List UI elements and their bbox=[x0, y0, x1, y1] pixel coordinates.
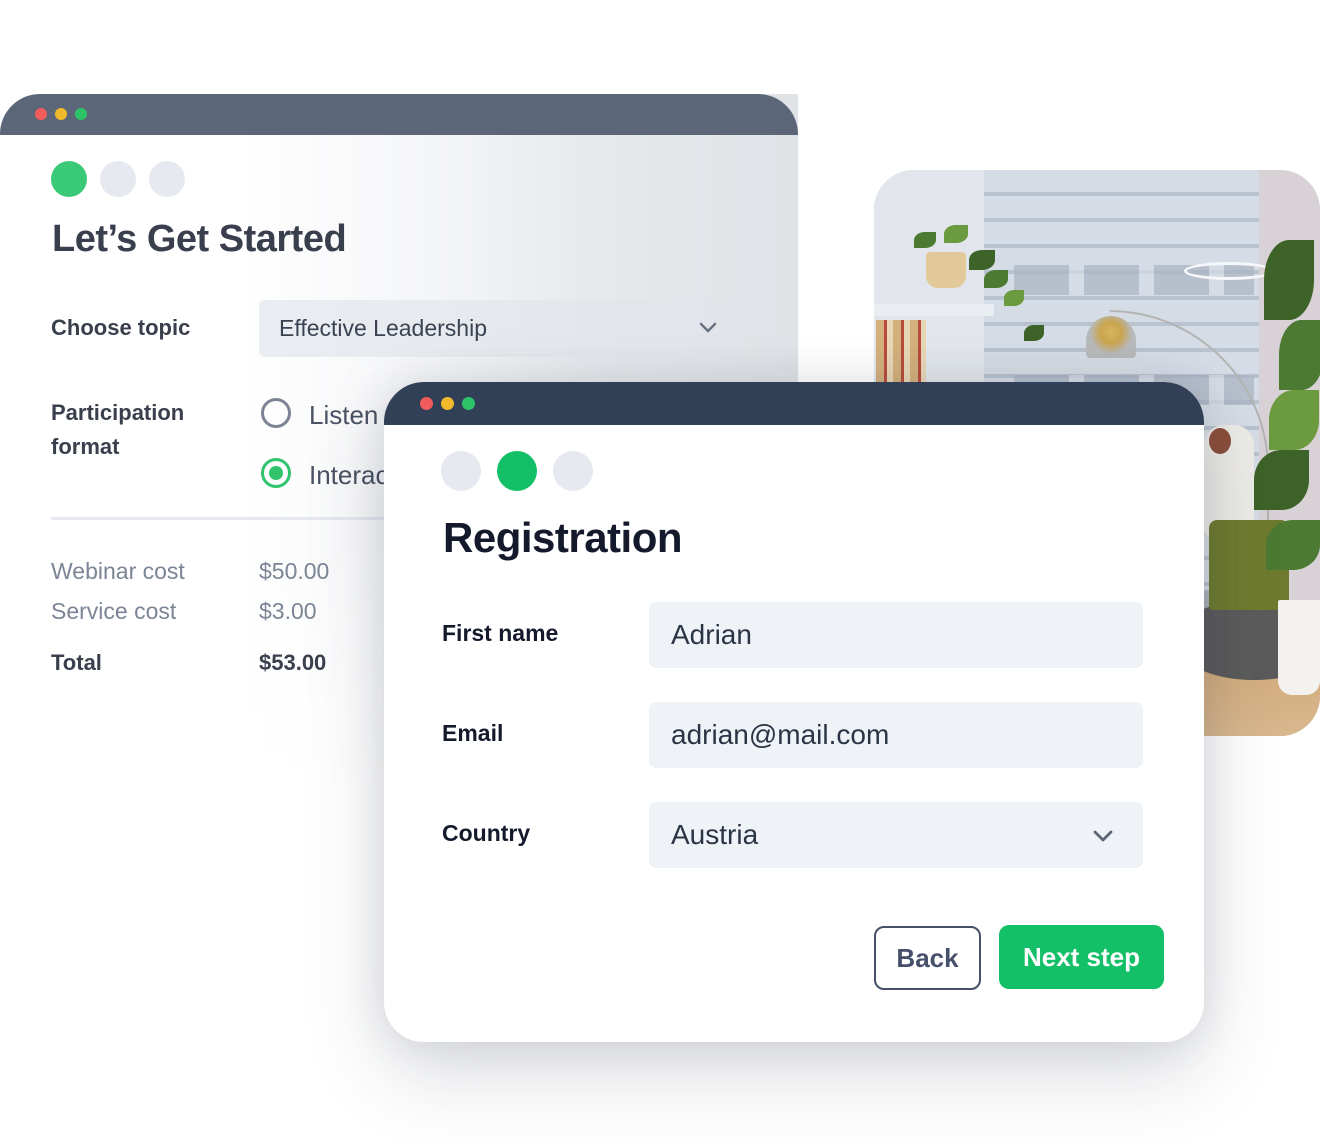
total-value: $53.00 bbox=[259, 650, 327, 675]
registration-window-titlebar bbox=[384, 382, 1204, 425]
topic-select[interactable]: Effective Leadership bbox=[259, 300, 746, 357]
step-2-active bbox=[497, 451, 537, 491]
radio-interactive[interactable] bbox=[261, 458, 291, 488]
planter bbox=[926, 252, 966, 288]
first-name-input[interactable] bbox=[649, 602, 1143, 668]
service-cost-label: Service cost bbox=[51, 598, 177, 624]
plant-pot bbox=[1278, 600, 1320, 695]
webinar-cost-value: $50.00 bbox=[259, 558, 330, 584]
step-indicator bbox=[51, 161, 185, 197]
first-name-label: First name bbox=[442, 620, 559, 646]
traffic-lights bbox=[420, 397, 475, 410]
choose-topic-label: Choose topic bbox=[51, 315, 191, 340]
radio-interactive-label[interactable]: Interac bbox=[309, 460, 389, 491]
chevron-down-icon bbox=[699, 322, 717, 333]
back-window-titlebar bbox=[0, 94, 798, 135]
country-label: Country bbox=[442, 820, 531, 846]
webinar-cost-label: Webinar cost bbox=[51, 558, 185, 584]
step-1 bbox=[441, 451, 481, 491]
step-2 bbox=[100, 161, 136, 197]
step-1-active bbox=[51, 161, 87, 197]
page-title: Let’s Get Started bbox=[52, 218, 347, 260]
step-3 bbox=[553, 451, 593, 491]
close-dot-icon[interactable] bbox=[35, 108, 47, 120]
radio-listener[interactable] bbox=[261, 398, 291, 428]
topic-select-value: Effective Leadership bbox=[279, 315, 487, 341]
shelf bbox=[874, 304, 994, 316]
books bbox=[876, 320, 926, 390]
maximize-dot-icon[interactable] bbox=[462, 397, 475, 410]
divider bbox=[51, 517, 391, 520]
radio-listener-label[interactable]: Listen bbox=[309, 400, 378, 431]
minimize-dot-icon[interactable] bbox=[441, 397, 454, 410]
registration-title: Registration bbox=[443, 514, 683, 561]
total-label: Total bbox=[51, 650, 102, 675]
step-indicator bbox=[441, 451, 593, 491]
step-3 bbox=[149, 161, 185, 197]
service-cost-value: $3.00 bbox=[259, 598, 317, 624]
close-dot-icon[interactable] bbox=[420, 397, 433, 410]
next-step-button[interactable]: Next step bbox=[999, 925, 1164, 989]
ceiling-light bbox=[1184, 262, 1274, 280]
traffic-lights bbox=[35, 108, 87, 120]
country-select[interactable]: Austria bbox=[649, 802, 1143, 868]
registration-window: Registration First name Email Country Au… bbox=[384, 382, 1204, 1042]
minimize-dot-icon[interactable] bbox=[55, 108, 67, 120]
maximize-dot-icon[interactable] bbox=[75, 108, 87, 120]
email-label: Email bbox=[442, 720, 504, 746]
back-button[interactable]: Back bbox=[874, 926, 981, 990]
country-select-value: Austria bbox=[671, 819, 759, 850]
chevron-down-icon bbox=[1093, 830, 1113, 842]
email-input[interactable] bbox=[649, 702, 1143, 768]
participation-format-label: Participation format bbox=[51, 400, 185, 459]
lamp bbox=[1086, 316, 1136, 358]
